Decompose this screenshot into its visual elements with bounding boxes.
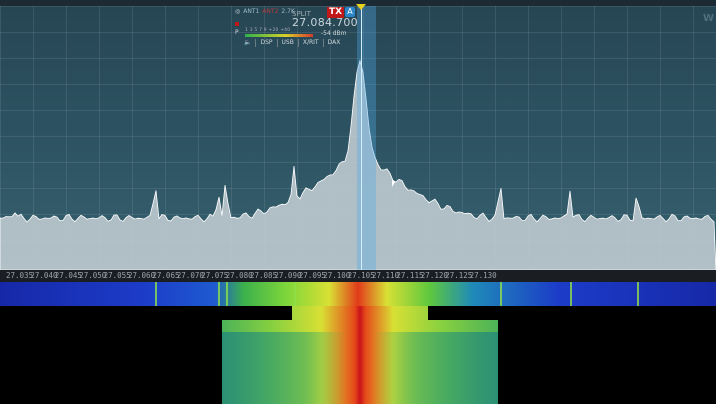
freq-tick-label: 27.075 bbox=[201, 271, 229, 280]
freq-tick-label: 27.035 bbox=[6, 271, 34, 280]
dsp-button[interactable]: DSP bbox=[255, 39, 276, 47]
freq-tick-label: 27.130 bbox=[469, 271, 497, 280]
freq-tick-label: 27.115 bbox=[396, 271, 424, 280]
slice-flag: ◎ ANT1 ANT2 2.7K SPLIT TX A 27.084.700 P… bbox=[232, 6, 358, 48]
smeter-scale: 1 3 5 7 9 +20 +40 bbox=[245, 28, 291, 33]
waterfall-noise-region bbox=[222, 332, 498, 404]
dax-button[interactable]: DAX bbox=[322, 39, 345, 47]
freq-tick-label: 27.090 bbox=[274, 271, 302, 280]
radio-app: W ◎ ANT1 ANT2 2.7K SPLIT TX A 27.084.700… bbox=[0, 0, 716, 404]
waterfall-carrier-line bbox=[294, 282, 296, 306]
waterfall-carrier-line bbox=[226, 282, 228, 306]
freq-tick-label: 27.050 bbox=[79, 271, 107, 280]
freq-tick-label: 27.060 bbox=[128, 271, 156, 280]
waterfall-gap-right bbox=[428, 306, 498, 320]
waterfall-carrier-line bbox=[500, 282, 502, 306]
freq-tick-label: 27.085 bbox=[250, 271, 278, 280]
waterfall-history bbox=[0, 282, 716, 306]
freq-tick-label: 27.070 bbox=[176, 271, 204, 280]
freq-tick-label: 27.105 bbox=[347, 271, 375, 280]
waterfall-gap-left bbox=[222, 306, 292, 320]
xrit-button[interactable]: X/RIT bbox=[297, 39, 323, 47]
mouse-cursor-icon bbox=[392, 180, 395, 187]
freq-tick-label: 27.045 bbox=[54, 271, 82, 280]
smeter-dbm: -54 dBm bbox=[321, 30, 347, 37]
ant2-label[interactable]: ANT2 bbox=[262, 8, 278, 15]
freq-tick-label: 27.065 bbox=[152, 271, 180, 280]
freq-tick-label: 27.055 bbox=[103, 271, 131, 280]
flag-row-antennas: ◎ ANT1 ANT2 2.7K bbox=[235, 8, 295, 15]
freq-tick-label: 27.100 bbox=[323, 271, 351, 280]
smeter-bar bbox=[245, 34, 313, 37]
freq-tick-label: 27.110 bbox=[372, 271, 400, 280]
waterfall-carrier-line bbox=[218, 282, 220, 306]
mode-button[interactable]: USB bbox=[276, 39, 298, 47]
ant1-label[interactable]: ANT1 bbox=[243, 8, 259, 15]
lock-icon[interactable] bbox=[235, 22, 239, 26]
flag-buttons: 🔈 DSP USB X/RIT DAX bbox=[240, 39, 344, 47]
smeter-label: P bbox=[235, 29, 239, 36]
freq-tick-label: 27.080 bbox=[225, 271, 253, 280]
freq-tick-label: 27.125 bbox=[445, 271, 473, 280]
speaker-icon[interactable]: 🔈 bbox=[240, 39, 255, 47]
waterfall-carrier-line bbox=[637, 282, 639, 306]
frequency-scale[interactable]: 27.035 27.040 27.045 27.050 27.055 27.060 27.0… bbox=[0, 270, 716, 282]
antenna-icon: ◎ bbox=[235, 8, 241, 15]
waterfall[interactable] bbox=[0, 282, 716, 404]
logo: W bbox=[703, 13, 715, 24]
freq-tick-label: 27.095 bbox=[298, 271, 326, 280]
waterfall-carrier-line bbox=[155, 282, 157, 306]
freq-tick-label: 27.040 bbox=[30, 271, 58, 280]
waterfall-carrier-line bbox=[570, 282, 572, 306]
freq-tick-label: 27.120 bbox=[420, 271, 448, 280]
